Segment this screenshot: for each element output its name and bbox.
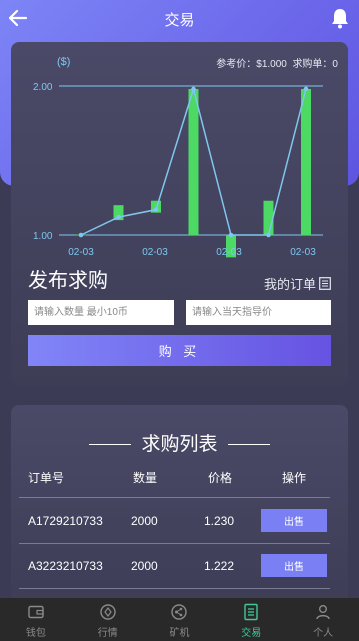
- line-point: [116, 214, 121, 220]
- sell-button[interactable]: 出售: [261, 554, 327, 577]
- order-quantity: 2000: [131, 559, 158, 573]
- order-number: A3223210733: [28, 559, 103, 573]
- trade-icon: [244, 603, 258, 621]
- title-divider-left: [89, 444, 132, 446]
- market-icon: [99, 604, 116, 620]
- chart-bar: [188, 88, 199, 235]
- chart-bar: [301, 88, 311, 235]
- column-order-header: 订单号: [28, 471, 65, 485]
- x-tick-label: 02-03: [68, 247, 94, 258]
- miner-icon: [171, 604, 188, 620]
- tab-trade[interactable]: 交易: [215, 598, 287, 641]
- title-divider-right: [227, 444, 270, 446]
- tab-market[interactable]: 行情: [72, 598, 144, 641]
- tab-label: 个人: [313, 628, 334, 639]
- back-arrow-icon[interactable]: [8, 8, 28, 28]
- wallet-icon: [28, 605, 44, 619]
- tab-label: 钱包: [25, 628, 46, 639]
- row-divider: [19, 543, 330, 544]
- price-chart: ($) 1.00 2.00 02-03 02-03 02-03 02-03: [33, 56, 323, 258]
- column-action-header: 操作: [282, 471, 307, 485]
- y-tick-label: 1.00: [33, 231, 53, 242]
- list-title: 求购列表: [141, 434, 218, 455]
- order-quantity: 2000: [131, 514, 158, 528]
- line-point: [228, 232, 234, 238]
- header-divider: [19, 497, 330, 498]
- chart-bar: [263, 200, 274, 235]
- order-number: A1729210733: [28, 514, 103, 528]
- sell-button[interactable]: 出售: [261, 509, 327, 532]
- price-input[interactable]: [186, 300, 331, 325]
- tab-label: 行情: [97, 628, 118, 639]
- line-point: [303, 86, 309, 92]
- line-point: [78, 232, 84, 238]
- order-list-icon: [319, 277, 331, 290]
- column-price-header: 价格: [208, 471, 233, 485]
- row-divider: [19, 588, 330, 589]
- tab-label: 交易: [241, 628, 262, 639]
- publish-title: 发布求购: [28, 270, 108, 292]
- my-orders-link[interactable]: 我的订单: [264, 274, 331, 293]
- tab-miner[interactable]: 矿机: [144, 598, 216, 641]
- trade-card: 参考价：$1.000 求购单：0 ($) 1.00 2.00 02-03 02-03…: [11, 42, 348, 386]
- buy-list-card: 求购列表 订单号 数量 价格 操作 A1729210733 2000 1.230…: [11, 405, 348, 605]
- tab-wallet[interactable]: 钱包: [0, 598, 72, 641]
- column-qty-header: 数量: [133, 471, 158, 485]
- x-tick-label: 02-03: [216, 247, 242, 258]
- my-orders-label: 我的订单: [263, 277, 316, 292]
- line-point: [191, 86, 196, 92]
- order-price: 1.222: [204, 559, 235, 573]
- x-tick-label: 02-03: [290, 247, 316, 258]
- tab-label: 矿机: [169, 628, 190, 639]
- buy-button[interactable]: 购 买: [28, 335, 331, 366]
- x-tick-label: 02-03: [142, 247, 168, 258]
- bottom-tab-bar: 钱包 行情 矿机 交易 个人: [0, 598, 359, 641]
- order-price: 1.230: [204, 514, 235, 528]
- person-icon: [316, 605, 330, 620]
- y-tick-label: 2.00: [33, 82, 53, 93]
- line-point: [153, 207, 159, 212]
- bell-icon[interactable]: [330, 7, 350, 29]
- page-title: 交易: [164, 10, 195, 29]
- y-axis-label: ($): [57, 56, 70, 68]
- app-header: 交易: [0, 0, 359, 38]
- line-point: [266, 232, 271, 238]
- tab-profile[interactable]: 个人: [287, 598, 359, 641]
- quantity-input[interactable]: [28, 300, 174, 325]
- list-title-row: 求购列表: [11, 429, 348, 456]
